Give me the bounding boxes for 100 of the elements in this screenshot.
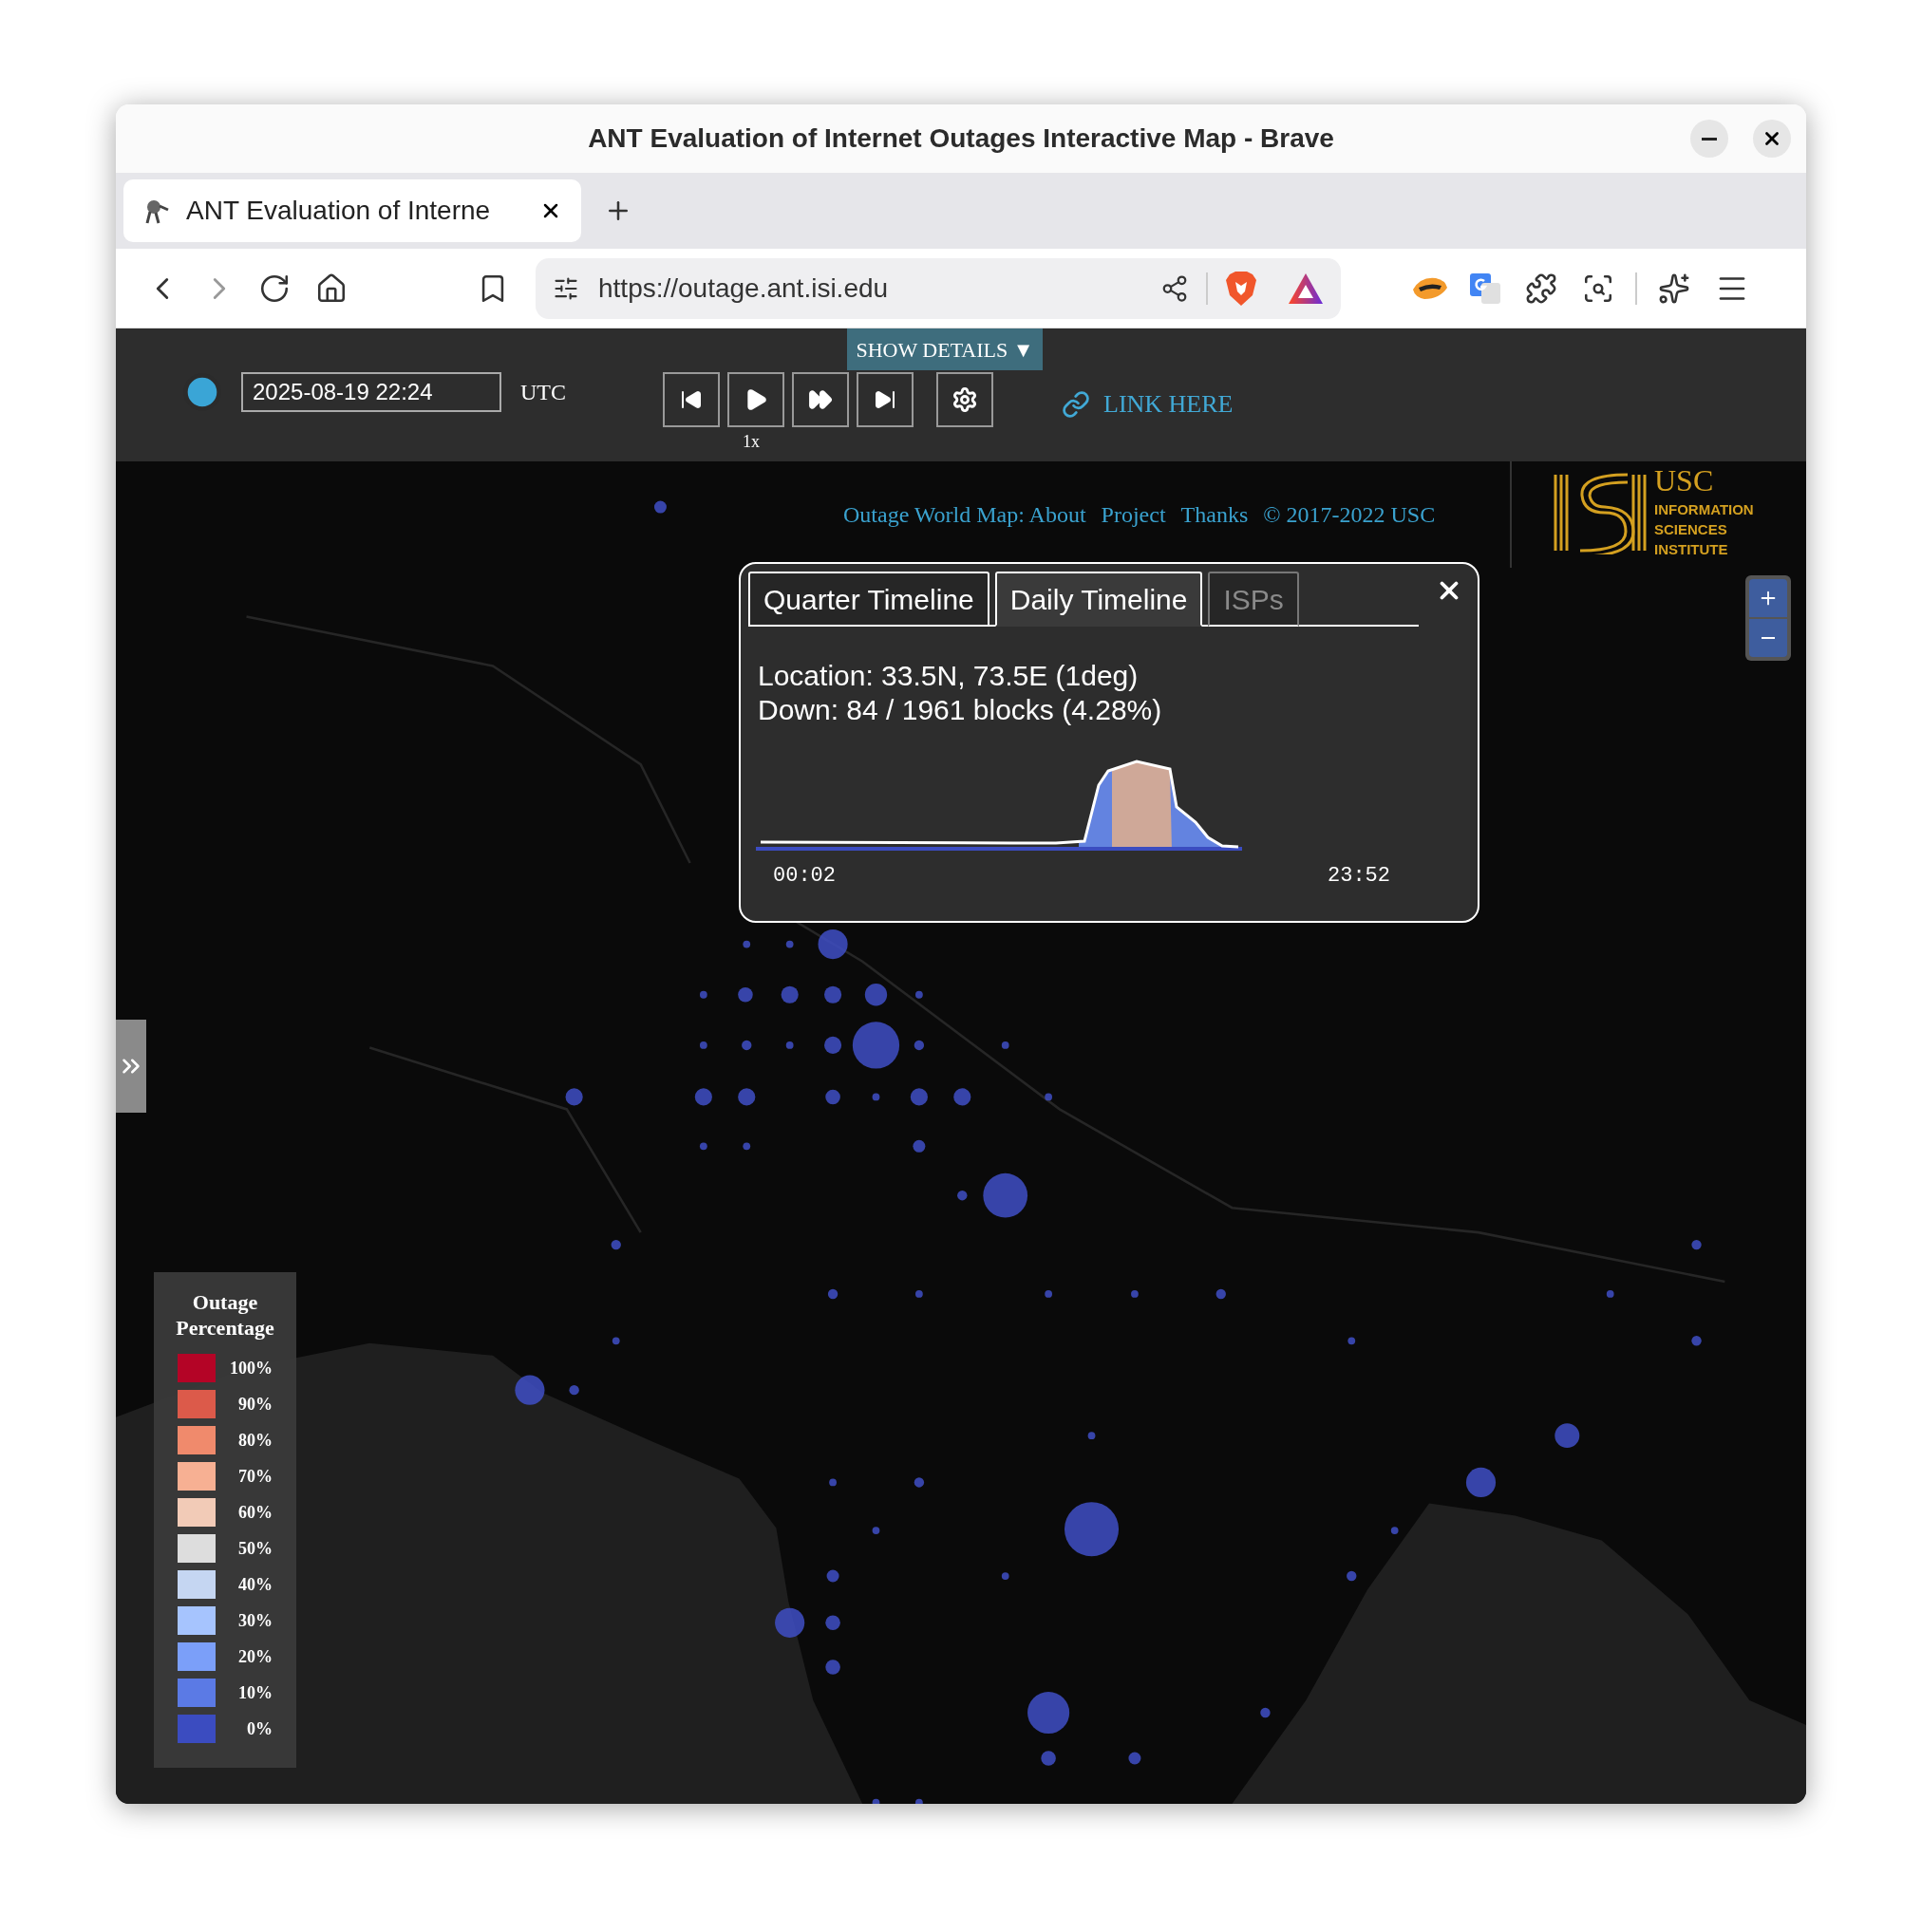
outage-dot[interactable] xyxy=(1347,1337,1356,1345)
sidebar-toggle-button[interactable] xyxy=(116,1020,146,1113)
outage-dot[interactable] xyxy=(742,1040,752,1051)
outage-dot[interactable] xyxy=(738,1088,756,1106)
outage-dot[interactable] xyxy=(1390,1527,1399,1534)
outage-dot[interactable] xyxy=(611,1239,621,1250)
legend-label: 80% xyxy=(237,1429,273,1452)
outage-dot[interactable] xyxy=(825,1615,840,1631)
popup-tab[interactable]: Daily Timeline xyxy=(994,572,1203,627)
outage-dot[interactable] xyxy=(515,1375,545,1405)
outage-dot[interactable] xyxy=(1260,1707,1271,1718)
time-start-label: 00:02 xyxy=(773,863,836,890)
footer-link[interactable]: Outage World Map: About xyxy=(843,497,1086,532)
outage-dot[interactable] xyxy=(826,1569,839,1583)
outage-dot[interactable] xyxy=(914,1040,925,1051)
outage-dot[interactable] xyxy=(864,984,888,1006)
outage-dot[interactable] xyxy=(824,1036,842,1055)
legend-label: 50% xyxy=(237,1537,273,1560)
outage-dot[interactable] xyxy=(829,1478,837,1487)
outage-dot[interactable] xyxy=(785,940,794,948)
triangle-icon[interactable] xyxy=(1288,272,1324,305)
share-icon[interactable] xyxy=(1160,273,1189,303)
outage-dot[interactable] xyxy=(825,1660,840,1675)
outage-dot[interactable] xyxy=(1691,1336,1702,1346)
sparkle-icon[interactable] xyxy=(1658,272,1690,305)
outage-dot[interactable] xyxy=(910,1088,928,1106)
outage-dot[interactable] xyxy=(781,985,799,1004)
outage-dot[interactable] xyxy=(1087,1432,1096,1440)
timezone-label: UTC xyxy=(520,379,566,406)
outage-dot[interactable] xyxy=(1128,1752,1141,1765)
outage-dot[interactable] xyxy=(915,1290,923,1298)
outage-dot[interactable] xyxy=(1347,1570,1357,1582)
outage-dot[interactable] xyxy=(825,1089,840,1105)
outage-dot[interactable] xyxy=(1001,1041,1009,1049)
extensions-icon[interactable] xyxy=(1525,272,1557,305)
footer-link[interactable]: Project xyxy=(1101,497,1166,532)
site-settings-icon[interactable] xyxy=(553,274,579,302)
legend-label: 90% xyxy=(237,1393,273,1416)
outage-dot[interactable] xyxy=(569,1384,579,1396)
play-button[interactable] xyxy=(727,372,784,427)
outage-dot[interactable] xyxy=(699,990,707,999)
outage-dot[interactable] xyxy=(738,987,753,1003)
outage-dot[interactable] xyxy=(852,1022,900,1069)
outage-dot[interactable] xyxy=(824,985,842,1004)
popup-tab[interactable]: Quarter Timeline xyxy=(748,572,989,627)
legend-label: 20% xyxy=(237,1645,273,1668)
outage-dot[interactable] xyxy=(565,1088,583,1106)
outage-dot[interactable] xyxy=(1691,1239,1702,1250)
speed-label: 1x xyxy=(743,431,760,453)
browser-tab[interactable]: ANT Evaluation of Interne xyxy=(123,179,581,242)
outage-dot[interactable] xyxy=(743,940,751,948)
outage-dot[interactable] xyxy=(1131,1290,1139,1298)
fast-forward-button[interactable] xyxy=(792,372,849,427)
outage-dot[interactable] xyxy=(699,1142,707,1151)
zoom-in-button[interactable] xyxy=(1749,579,1787,617)
date-time-field[interactable]: 2025-08-19 22:24 xyxy=(241,372,501,412)
outage-dot[interactable] xyxy=(915,990,923,999)
outage-dot[interactable] xyxy=(1465,1467,1497,1497)
outage-dot[interactable] xyxy=(775,1607,805,1638)
outage-dot[interactable] xyxy=(913,1139,926,1153)
address-bar[interactable]: https://outage.ant.isi.edu xyxy=(536,257,1341,319)
minimize-button[interactable] xyxy=(1690,120,1728,158)
outage-dot[interactable] xyxy=(872,1527,880,1534)
outage-dot[interactable] xyxy=(1027,1691,1070,1735)
footer-link[interactable]: Thanks xyxy=(1180,497,1249,532)
skip-end-button[interactable] xyxy=(857,372,914,427)
outage-dot[interactable] xyxy=(1065,1502,1120,1557)
translate-icon[interactable] xyxy=(1468,271,1502,306)
link-here[interactable]: LINK HERE xyxy=(1062,385,1234,422)
footer-link[interactable]: © 2017-2022 USC xyxy=(1263,497,1436,532)
outage-dot[interactable] xyxy=(699,1041,707,1049)
time-end-label: 23:52 xyxy=(1328,863,1390,890)
location-info-text: Down: 84 / 1961 blocks (4.28%) xyxy=(758,693,1162,727)
outage-dot[interactable] xyxy=(1215,1288,1226,1300)
settings-button[interactable] xyxy=(936,372,993,427)
outage-dot[interactable] xyxy=(1606,1290,1614,1298)
outage-dot[interactable] xyxy=(872,1093,880,1101)
outage-dot[interactable] xyxy=(914,1477,925,1488)
logo-text: INFORMATION xyxy=(1654,500,1754,519)
outage-dot[interactable] xyxy=(983,1172,1028,1218)
outage-dot[interactable] xyxy=(1041,1751,1056,1766)
home-icon[interactable] xyxy=(315,272,348,305)
outage-dot[interactable] xyxy=(785,1041,794,1049)
legend-label: 0% xyxy=(246,1717,273,1740)
outage-dot[interactable] xyxy=(1045,1093,1052,1101)
show-details-button[interactable]: SHOW DETAILS ▼ xyxy=(847,328,1043,370)
outage-dot[interactable] xyxy=(653,500,667,514)
skip-start-button[interactable] xyxy=(663,372,720,427)
outage-dot[interactable] xyxy=(1045,1290,1052,1298)
outage-dot[interactable] xyxy=(827,1288,839,1300)
outage-dot[interactable] xyxy=(818,929,848,960)
outage-dot[interactable] xyxy=(694,1088,712,1106)
legend-label: 100% xyxy=(229,1357,273,1379)
outage-dot[interactable] xyxy=(1555,1423,1580,1449)
outage-dot[interactable] xyxy=(1001,1572,1009,1580)
outage-dot[interactable] xyxy=(957,1191,968,1201)
outage-dot[interactable] xyxy=(953,1088,971,1106)
close-button[interactable] xyxy=(1753,120,1791,158)
outage-dot[interactable] xyxy=(743,1142,751,1151)
outage-dot[interactable] xyxy=(612,1337,620,1345)
